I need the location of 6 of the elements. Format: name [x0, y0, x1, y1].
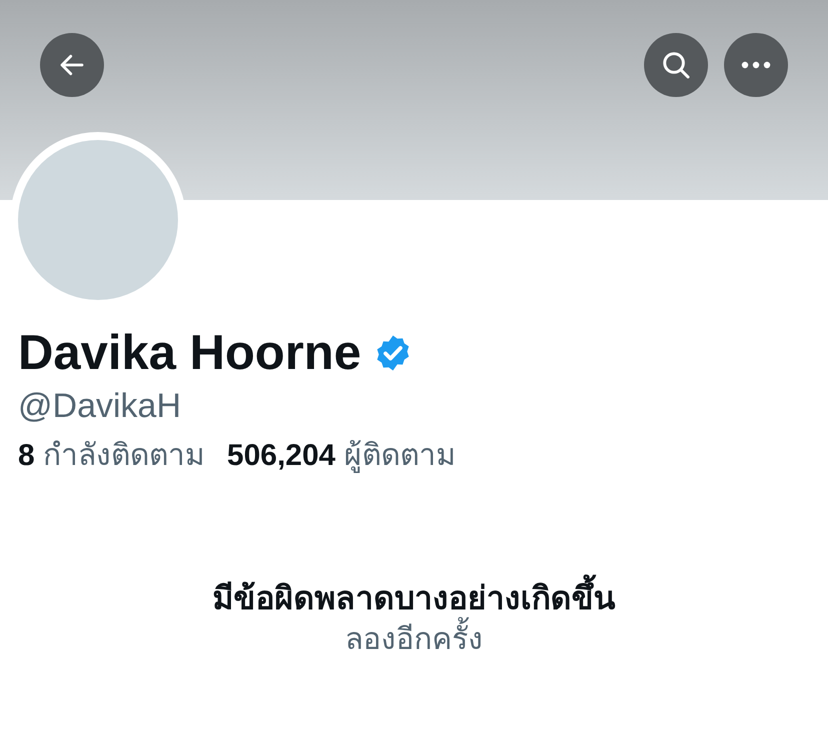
- follow-stat[interactable]: 506,204 ผู้ติดตาม: [227, 436, 456, 476]
- follow-stat[interactable]: 8 กำลังติดตาม: [18, 436, 206, 476]
- more-icon: [740, 61, 772, 69]
- profile-handle: @DavikaH: [18, 386, 181, 427]
- profile-name: Davika Hoorne: [18, 325, 362, 382]
- search-icon: [660, 49, 692, 81]
